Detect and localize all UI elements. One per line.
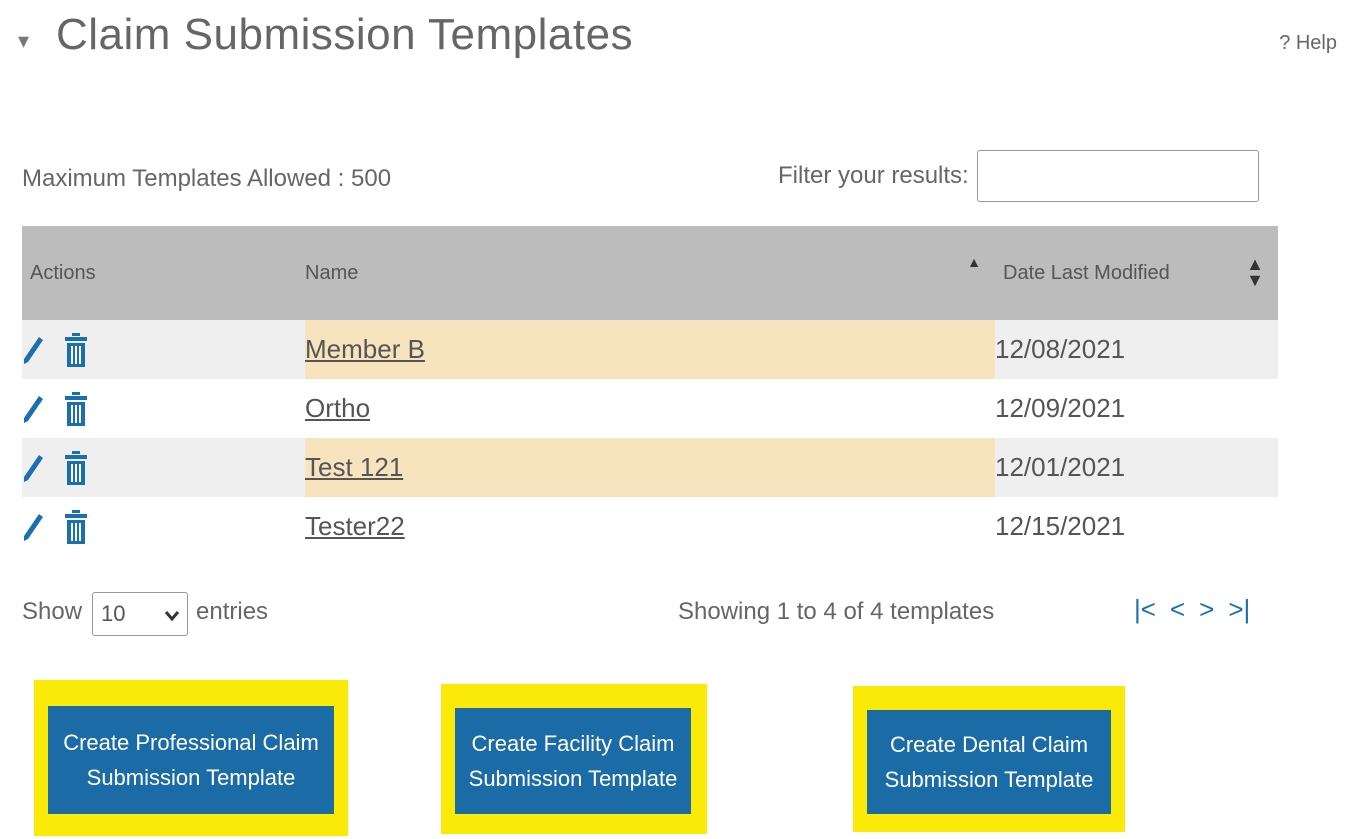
date-cell: 12/01/2021	[995, 438, 1278, 497]
template-name-link[interactable]: Member B	[305, 334, 425, 364]
row-actions	[22, 438, 305, 497]
column-header-name[interactable]: Name ▲	[305, 226, 995, 320]
max-templates-info: Maximum Templates Allowed : 500	[22, 165, 392, 192]
template-name-link[interactable]: Ortho	[305, 393, 370, 423]
filter-label: Filter your results:	[778, 162, 969, 189]
column-header-date-label: Date Last Modified	[1003, 261, 1170, 284]
sort-ascending-icon[interactable]: ▲	[967, 254, 981, 270]
row-actions	[22, 320, 305, 379]
date-cell: 12/09/2021	[995, 393, 1126, 423]
name-cell: Tester22	[305, 497, 995, 556]
table-row: Ortho 12/09/2021	[22, 379, 1278, 438]
column-header-name-label: Name	[305, 261, 359, 284]
next-page-icon[interactable]: >	[1199, 594, 1214, 625]
create-professional-template-button[interactable]: Create Professional Claim Submission Tem…	[48, 706, 334, 814]
help-link[interactable]: ? Help	[1279, 32, 1337, 55]
first-page-icon[interactable]: |<	[1134, 594, 1156, 625]
create-dental-template-button[interactable]: Create Dental Claim Submission Template	[867, 710, 1111, 814]
edit-icon[interactable]	[22, 453, 44, 483]
edit-icon[interactable]	[22, 394, 44, 424]
template-name-link[interactable]: Test 121	[305, 452, 403, 482]
date-cell: 12/08/2021	[995, 320, 1278, 379]
trash-icon[interactable]	[65, 391, 88, 426]
table-footer: Show 10 entries Showing 1 to 4 of 4 temp…	[22, 592, 1278, 636]
filter-input[interactable]	[976, 150, 1259, 202]
pagination-controls: |< < > >|	[1134, 594, 1250, 625]
table-row: Member B 12/08/2021	[22, 320, 1278, 379]
pagination-info: Showing 1 to 4 of 4 templates	[678, 598, 995, 625]
entries-label: entries	[196, 598, 269, 625]
last-page-icon[interactable]: >|	[1228, 594, 1250, 625]
entries-per-page-select[interactable]: 10	[92, 592, 188, 636]
edit-icon[interactable]	[22, 335, 44, 365]
previous-page-icon[interactable]: <	[1170, 594, 1185, 625]
table-header-row: Actions Name ▲ Date Last Modified ▲ ▼	[22, 226, 1278, 320]
page-title: Claim Submission Templates	[56, 10, 634, 59]
table-row: Test 121 12/01/2021	[22, 438, 1278, 497]
column-header-date[interactable]: Date Last Modified ▲ ▼	[995, 226, 1278, 320]
show-label: Show	[22, 598, 83, 625]
create-facility-template-button[interactable]: Create Facility Claim Submission Templat…	[455, 708, 691, 814]
name-cell: Member B	[305, 320, 995, 379]
row-actions	[22, 379, 305, 438]
entries-select-value: 10	[101, 601, 126, 626]
date-cell: 12/15/2021	[995, 511, 1126, 541]
chevron-down-icon	[164, 601, 180, 627]
collapse-toggle-icon[interactable]: ▾	[18, 30, 29, 52]
name-cell: Ortho	[305, 379, 995, 438]
template-name-link[interactable]: Tester22	[305, 511, 405, 541]
trash-icon[interactable]	[65, 332, 88, 367]
table-row: Tester22 12/15/2021	[22, 497, 1278, 556]
templates-table: Actions Name ▲ Date Last Modified ▲ ▼ Me…	[22, 226, 1278, 556]
sort-both-icon[interactable]: ▲ ▼	[1246, 255, 1264, 289]
column-header-actions: Actions	[22, 226, 305, 320]
edit-icon[interactable]	[22, 512, 44, 542]
trash-icon[interactable]	[65, 450, 88, 485]
filter-group: Filter your results:	[778, 150, 1259, 202]
row-actions	[22, 497, 305, 556]
name-cell: Test 121	[305, 438, 995, 497]
trash-icon[interactable]	[65, 509, 88, 544]
